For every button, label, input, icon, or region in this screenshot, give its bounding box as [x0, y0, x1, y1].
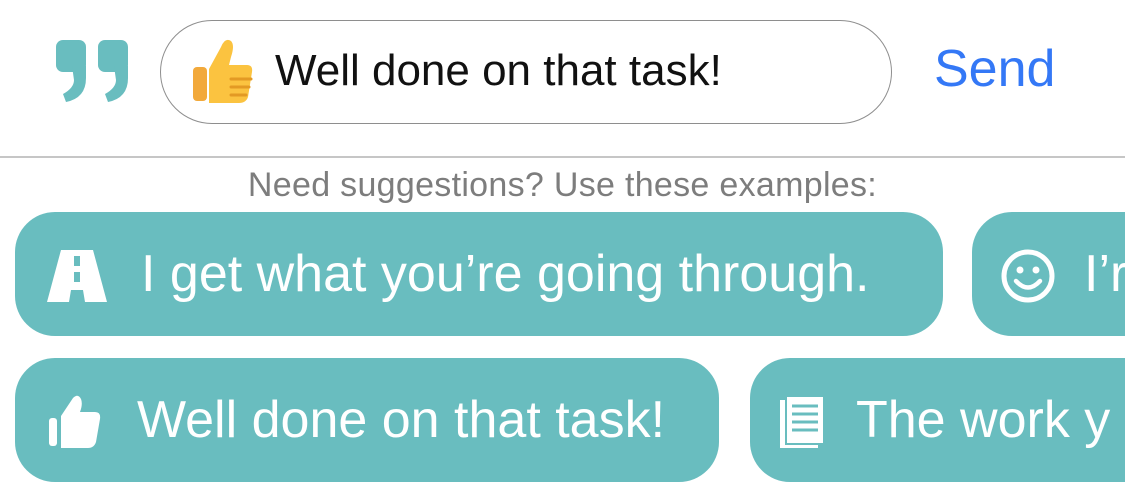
send-button[interactable]: Send: [934, 38, 1055, 100]
suggestions-hint: Need suggestions? Use these examples:: [247, 166, 878, 204]
suggestion-chip[interactable]: I’r: [972, 212, 1125, 336]
message-input[interactable]: Well done on that task!: [160, 20, 892, 124]
suggestion-chip[interactable]: Well done on that task!: [15, 358, 719, 482]
thumbs-up-icon: [49, 395, 101, 448]
thumbs-up-emoji-icon: [193, 39, 253, 103]
suggestion-label: Well done on that task!: [137, 391, 666, 449]
road-icon: [47, 250, 107, 302]
suggestion-chip[interactable]: I get what you’re going through.: [15, 212, 943, 336]
suggestion-label: I get what you’re going through.: [141, 245, 870, 303]
compose-bar: Well done on that task! Send: [0, 0, 1125, 156]
message-input-value: Well done on that task!: [275, 46, 722, 95]
suggestion-label: I’r: [1084, 245, 1125, 303]
document-icon: [780, 395, 825, 448]
smiley-icon: [1001, 249, 1055, 303]
quote-mark-icon[interactable]: [56, 40, 132, 102]
suggestion-label: The work y: [856, 391, 1111, 449]
suggestion-chip[interactable]: The work y: [750, 358, 1125, 482]
divider: [0, 156, 1125, 158]
suggestion-composer: Well done on that task! Send Need sugges…: [0, 0, 1125, 494]
